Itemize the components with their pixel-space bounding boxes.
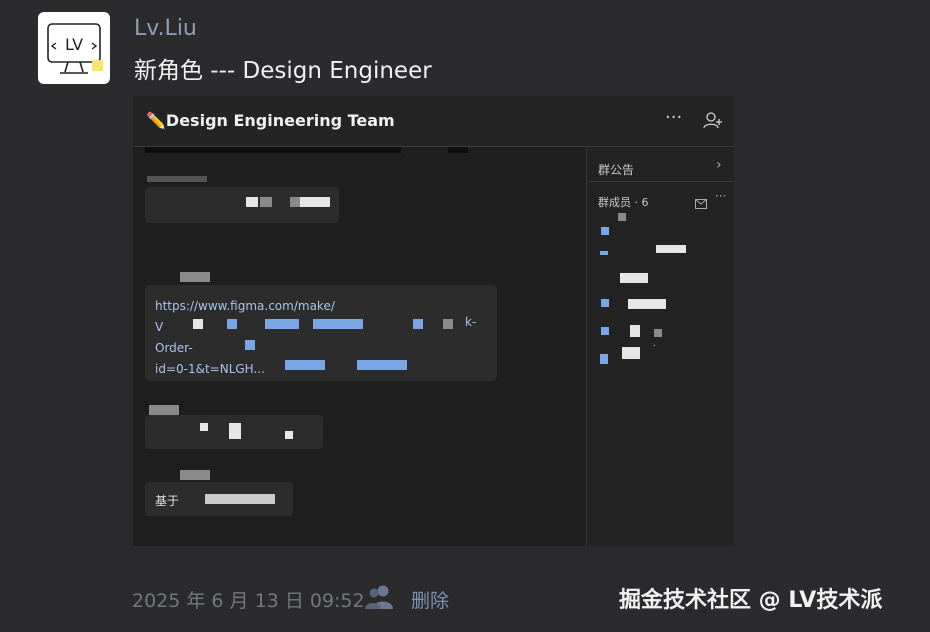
redacted-block <box>656 245 686 253</box>
message-text: 基于 <box>155 494 180 508</box>
redacted-block <box>260 197 272 207</box>
redacted-block <box>285 431 293 439</box>
chat-screenshot[interactable]: ✏️Design Engineering Team ··· k- https:/… <box>133 96 734 546</box>
monitor-avatar-icon: LV <box>47 23 103 74</box>
side-panel[interactable]: 群公告 › 群成员 · 6 ··· <box>588 147 734 546</box>
redacted-block <box>200 423 208 431</box>
redacted-block <box>654 345 655 346</box>
message-bubble <box>145 187 339 223</box>
add-user-icon[interactable] <box>703 111 723 133</box>
message-bubble <box>145 415 323 449</box>
team-name: ✏️Design Engineering Team <box>146 111 395 130</box>
redacted-block <box>618 213 626 221</box>
mail-icon[interactable] <box>695 194 707 213</box>
redacted-block <box>357 360 407 370</box>
redacted-block <box>620 273 648 283</box>
redacted-block <box>145 147 401 153</box>
group-notice-label[interactable]: 群公告 <box>598 161 634 178</box>
redacted-block <box>205 494 275 504</box>
redacted-block <box>413 319 423 329</box>
member-avatar[interactable] <box>601 327 609 335</box>
redacted-block <box>180 272 210 282</box>
member-avatar[interactable] <box>601 299 609 307</box>
group-members-label: 群成员 · 6 <box>598 196 649 209</box>
redacted-block <box>149 405 179 415</box>
chevron-right-icon[interactable]: › <box>716 157 722 173</box>
redacted-block <box>246 197 258 207</box>
link-text[interactable]: https://www.figma.com/make/ V Order- id=… <box>155 296 335 380</box>
delete-button[interactable]: 删除 <box>411 586 449 613</box>
people-icon[interactable] <box>364 584 396 614</box>
avatar[interactable]: LV <box>38 12 110 84</box>
redacted-block <box>628 299 666 309</box>
member-avatar[interactable] <box>600 251 608 255</box>
redacted-block <box>443 319 453 329</box>
redacted-block <box>300 197 330 207</box>
redacted-block <box>180 470 210 480</box>
redacted-block <box>147 176 207 182</box>
post-title: 新角色 --- Design Engineer <box>134 58 432 84</box>
post-timestamp: 2025 年 6 月 13 日 09:52 <box>132 590 365 612</box>
redacted-block <box>229 423 241 439</box>
svg-text:LV: LV <box>65 35 83 54</box>
username[interactable]: Lv.Liu <box>134 16 197 41</box>
watermark: 掘金技术社区 @ LV技术派 <box>619 588 883 613</box>
member-avatar[interactable] <box>600 354 608 364</box>
chat-header: ✏️Design Engineering Team ··· <box>133 96 734 147</box>
member-avatar[interactable] <box>601 227 609 235</box>
redacted-block <box>630 325 640 337</box>
redacted-block <box>622 347 640 359</box>
more-icon[interactable]: ··· <box>715 189 726 203</box>
more-icon[interactable]: ··· <box>665 107 682 128</box>
redacted-block <box>654 329 662 337</box>
divider <box>588 181 734 182</box>
link-fragment: k- <box>465 315 477 329</box>
redacted-block <box>290 197 300 207</box>
redacted-block <box>448 147 468 153</box>
